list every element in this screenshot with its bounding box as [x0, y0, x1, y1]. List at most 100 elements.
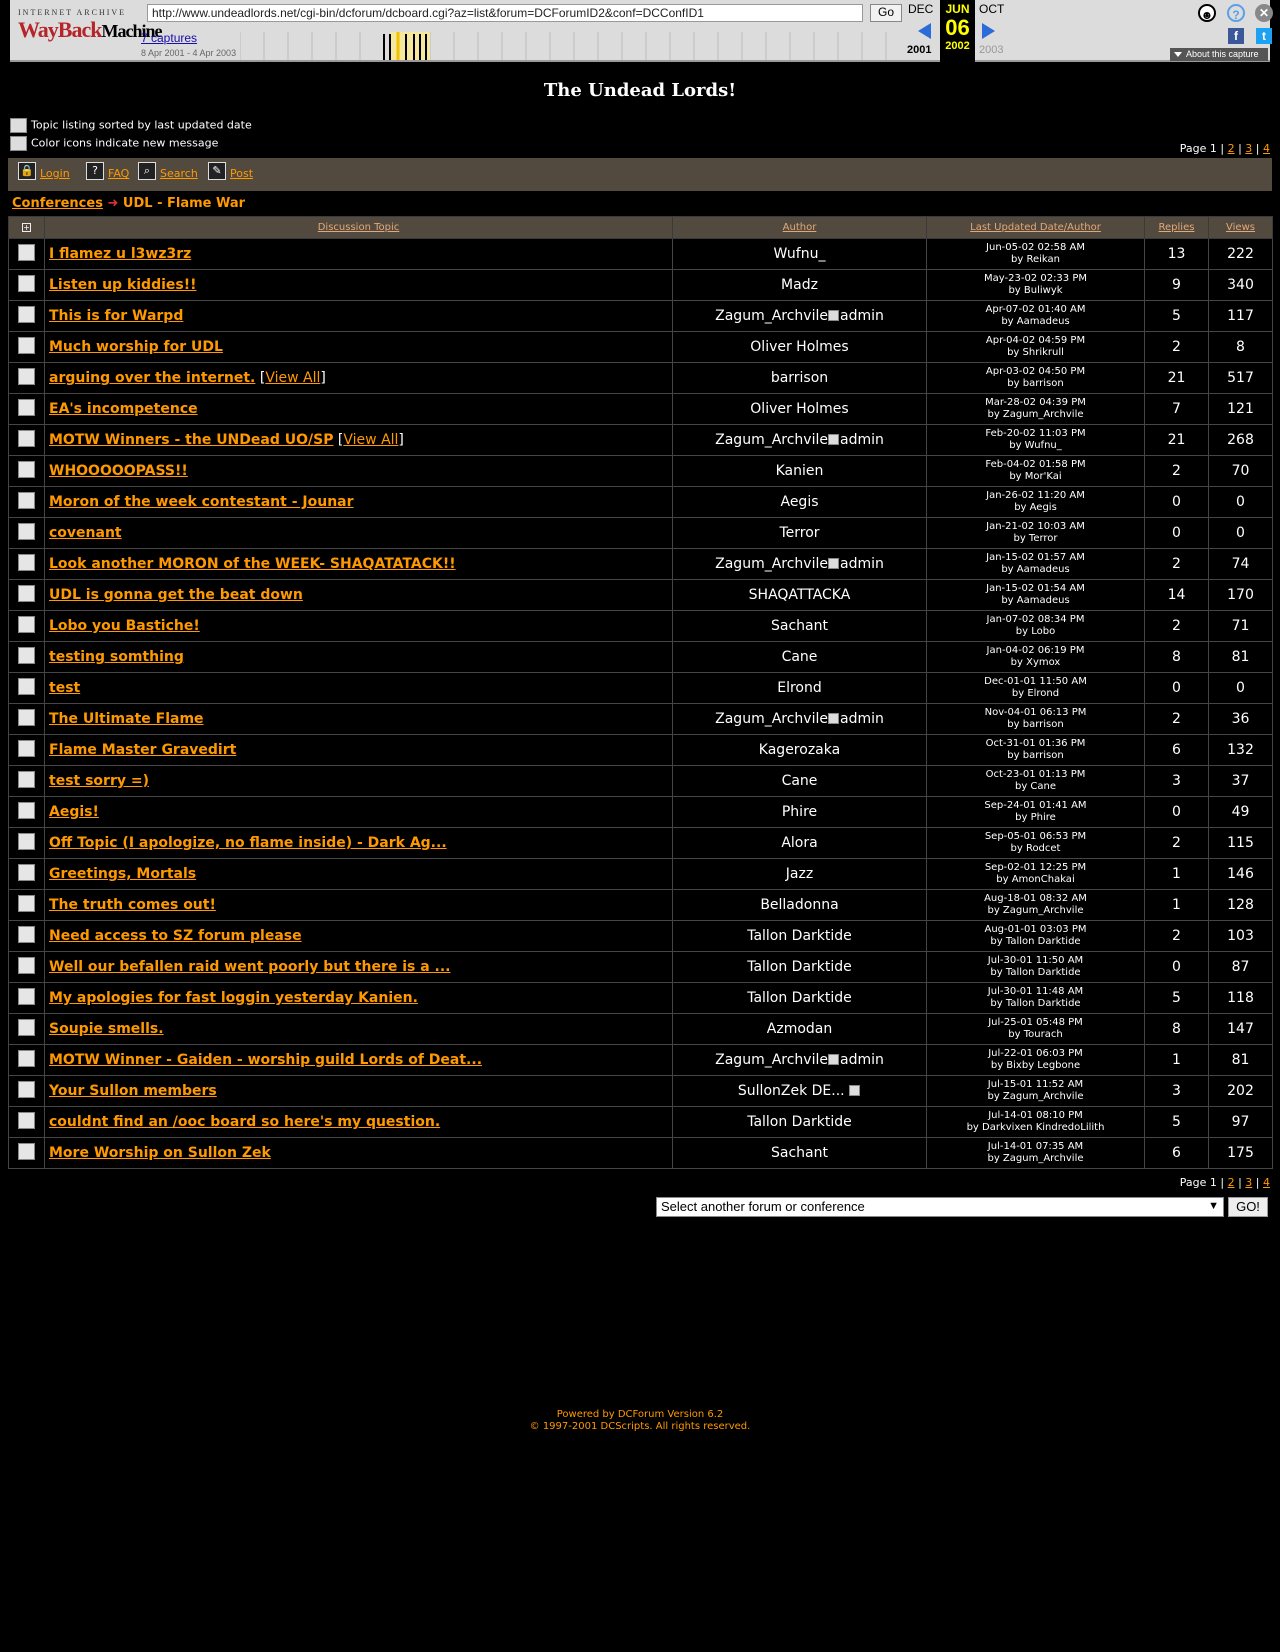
topic-link[interactable]: Flame Master Gravedirt	[49, 742, 236, 758]
page-link-3[interactable]: 3	[1245, 142, 1252, 155]
topic-link[interactable]: The Ultimate Flame	[49, 711, 204, 727]
author-name: Madz	[781, 277, 818, 293]
captures-link[interactable]: 7 captures	[141, 31, 197, 45]
page-link-4[interactable]: 4	[1263, 1176, 1270, 1189]
replies-cell: 9	[1144, 269, 1209, 301]
table-row: Your Sullon members SullonZek DE... Jul-1…	[8, 1075, 1273, 1107]
topic-link[interactable]: EA's incompetence	[49, 401, 198, 417]
author-cell: Tallon Darktide	[672, 920, 927, 952]
last-updated-cell: Jan-04-02 06:19 PM by Xymox	[926, 641, 1145, 673]
footer-powered-by[interactable]: Powered by DCForum Version 6.2	[0, 1409, 1280, 1420]
wayback-logo[interactable]: INTERNET ARCHIVE WayBackMachine	[18, 8, 162, 52]
message-status-icon	[18, 832, 35, 850]
topic-link[interactable]: Soupie smells.	[49, 1021, 164, 1037]
next-month[interactable]: OCT	[979, 2, 1004, 16]
close-icon[interactable]: ✕	[1255, 4, 1273, 22]
topic-link[interactable]: Much worship for UDL	[49, 339, 223, 355]
topic-cell: covenant	[44, 517, 673, 549]
author-cell: Tallon Darktide	[672, 1106, 927, 1138]
about-capture-button[interactable]: About this capture	[1170, 48, 1268, 61]
last-updated-date: Apr-03-02 04:50 PM	[985, 366, 1086, 377]
topic-link[interactable]: Moron of the week contestant - Jounar	[49, 494, 354, 510]
broken-image-icon	[10, 136, 27, 151]
topic-link[interactable]: Your Sullon members	[49, 1083, 217, 1099]
topic-link[interactable]: couldnt find an /ooc board so here's my …	[49, 1114, 440, 1130]
message-status-icon	[18, 739, 35, 757]
topic-link[interactable]: Lobo you Bastiche!	[49, 618, 200, 634]
last-updated-date: Aug-01-01 03:03 PM	[984, 924, 1087, 935]
column-header-last-updated[interactable]: Last Updated Date/Author	[926, 216, 1145, 239]
last-updated-by: by Darkvixen KindredoLilith	[966, 1122, 1105, 1133]
last-updated-cell: Jan-21-02 10:03 AM by Terror	[926, 517, 1145, 549]
topic-link[interactable]: More Worship on Sullon Zek	[49, 1145, 271, 1161]
forum-go-button[interactable]: GO!	[1228, 1197, 1268, 1217]
last-updated-date: Feb-04-02 01:58 PM	[985, 459, 1086, 470]
faq-button[interactable]: ? FAQ	[86, 162, 129, 180]
user-icon[interactable]: ☻	[1198, 4, 1216, 22]
page-link-2[interactable]: 2	[1228, 1176, 1235, 1189]
forum-select-dropdown[interactable]: Select another forum or conference ▼	[656, 1197, 1224, 1217]
column-header-author[interactable]: Author	[672, 216, 927, 239]
topic-link[interactable]: Greetings, Mortals	[49, 866, 196, 882]
expand-all-button[interactable]: +	[8, 216, 45, 239]
topic-link[interactable]: test	[49, 680, 80, 696]
topic-link[interactable]: UDL is gonna get the beat down	[49, 587, 303, 603]
views-cell: 146	[1208, 858, 1273, 890]
topic-link[interactable]: Need access to SZ forum please	[49, 928, 302, 944]
topic-link[interactable]: MOTW Winner - Gaiden - worship guild Lor…	[49, 1052, 482, 1068]
next-capture-arrow-icon[interactable]	[982, 23, 995, 39]
topic-link[interactable]: This is for Warpd	[49, 308, 183, 324]
topic-link[interactable]: I flamez u l3wz3rz	[49, 246, 191, 262]
last-updated-date: Jul-25-01 05:48 PM	[988, 1017, 1083, 1028]
author-name: Sachant	[771, 1145, 828, 1161]
twitter-icon[interactable]: t	[1256, 28, 1272, 44]
topic-link[interactable]: Look another MORON of the WEEK- SHAQATAT…	[49, 556, 456, 572]
capture-sparkline[interactable]	[240, 32, 900, 60]
author-cell: Sachant	[672, 1137, 927, 1169]
view-all-link[interactable]: View All	[343, 432, 398, 448]
topic-link[interactable]: covenant	[49, 525, 122, 541]
prev-month[interactable]: DEC	[908, 2, 933, 16]
prev-year[interactable]: 2001	[907, 44, 931, 56]
wayback-toolbar: INTERNET ARCHIVE WayBackMachine http://w…	[10, 0, 1273, 62]
breadcrumb-conferences[interactable]: Conferences	[12, 196, 103, 211]
author-cell: Azmodan	[672, 1013, 927, 1045]
topic-link[interactable]: Well our befallen raid went poorly but t…	[49, 959, 451, 975]
topic-link[interactable]: testing somthing	[49, 649, 184, 665]
topic-link[interactable]: WHOOOOOPASS!!	[49, 463, 188, 479]
topic-link[interactable]: Aegis!	[49, 804, 99, 820]
search-button[interactable]: ⌕ Search	[138, 162, 198, 180]
facebook-icon[interactable]: f	[1228, 28, 1244, 44]
last-updated-by: by Tourach	[1008, 1029, 1063, 1040]
help-icon[interactable]: ?	[1227, 4, 1245, 22]
message-status-cell	[8, 672, 45, 704]
last-updated-by: by Zagum_Archvile	[987, 409, 1084, 420]
post-button[interactable]: ✎ Post	[208, 162, 253, 180]
page-link-2[interactable]: 2	[1228, 142, 1235, 155]
topic-link[interactable]: MOTW Winners - the UNDead UO/SP	[49, 432, 333, 448]
message-status-icon	[18, 584, 35, 602]
last-updated-date: Jan-26-02 11:20 AM	[986, 490, 1085, 501]
prev-capture-arrow-icon[interactable]	[918, 23, 931, 39]
column-header-topic[interactable]: Discussion Topic	[44, 216, 673, 239]
capture-range: 8 Apr 2001 - 4 Apr 2003	[141, 48, 237, 58]
post-icon: ✎	[208, 162, 226, 180]
topic-link[interactable]: Listen up kiddies!!	[49, 277, 197, 293]
replies-cell: 7	[1144, 393, 1209, 425]
author-cell: Zagum_Archvile admin	[672, 548, 927, 580]
url-input[interactable]: http://www.undeadlords.net/cgi-bin/dcfor…	[147, 4, 863, 22]
column-header-views[interactable]: Views	[1208, 216, 1273, 239]
topic-link[interactable]: My apologies for fast loggin yesterday K…	[49, 990, 418, 1006]
view-all-link[interactable]: View All	[265, 370, 320, 386]
topic-link[interactable]: Off Topic (I apologize, no flame inside)…	[49, 835, 447, 851]
page-link-4[interactable]: 4	[1263, 142, 1270, 155]
page-link-3[interactable]: 3	[1245, 1176, 1252, 1189]
topic-link[interactable]: arguing over the internet.	[49, 370, 255, 386]
login-button[interactable]: 🔒 Login	[18, 162, 70, 180]
topic-link[interactable]: The truth comes out!	[49, 897, 216, 913]
topic-link[interactable]: test sorry =)	[49, 773, 149, 789]
go-button[interactable]: Go	[870, 4, 902, 22]
column-header-replies[interactable]: Replies	[1144, 216, 1209, 239]
last-updated-by: by Tallon Darktide	[990, 998, 1081, 1009]
faq-icon: ?	[86, 162, 104, 180]
